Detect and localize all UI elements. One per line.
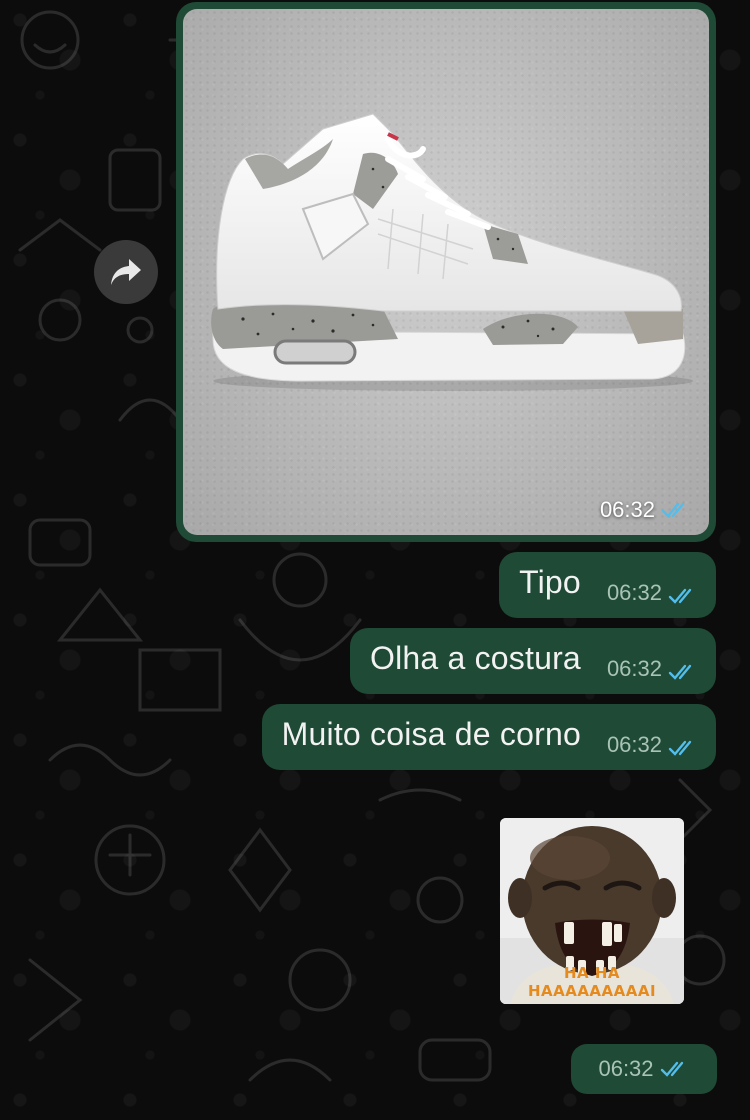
double-check-icon (668, 664, 692, 680)
sticker-meta: 06:32 (571, 1044, 717, 1094)
message-time: 06:32 (606, 656, 662, 681)
double-check-icon (668, 588, 692, 604)
message-text: Muito coisa de corno (281, 715, 581, 752)
image-message-bubble[interactable]: 06:32 (176, 2, 716, 542)
message-text: Olha a costura (370, 639, 581, 676)
double-check-icon (661, 502, 685, 518)
message-time: 06:32 (599, 497, 655, 522)
message-time: 06:32 (606, 732, 662, 757)
message-time: 06:32 (606, 580, 662, 605)
image-message-meta: 06:32 (600, 497, 691, 523)
message-bubble[interactable]: Tipo 06:32 (499, 552, 716, 618)
message-meta: 06:32 (607, 580, 698, 618)
double-check-icon (660, 1061, 683, 1077)
double-check-icon (668, 740, 692, 756)
message-bubble[interactable]: Muito coisa de corno 06:32 (261, 704, 716, 770)
message-time: 06:32 (598, 1056, 654, 1081)
message-bubble[interactable]: Olha a costura 06:32 (350, 628, 716, 694)
forward-button[interactable] (94, 240, 158, 304)
laughing-face-sticker[interactable]: HA HA HAAAAAAAAAI (500, 818, 684, 1004)
sneaker-illustration (211, 113, 693, 391)
message-meta: 06:32 (607, 656, 698, 694)
message-meta: 06:32 (607, 732, 698, 770)
forward-arrow-icon (111, 259, 141, 285)
message-text: Tipo (519, 563, 581, 600)
sticker-caption: HA HA HAAAAAAAAAI (527, 964, 657, 1000)
sneaker-photo[interactable]: 06:32 (183, 9, 709, 535)
